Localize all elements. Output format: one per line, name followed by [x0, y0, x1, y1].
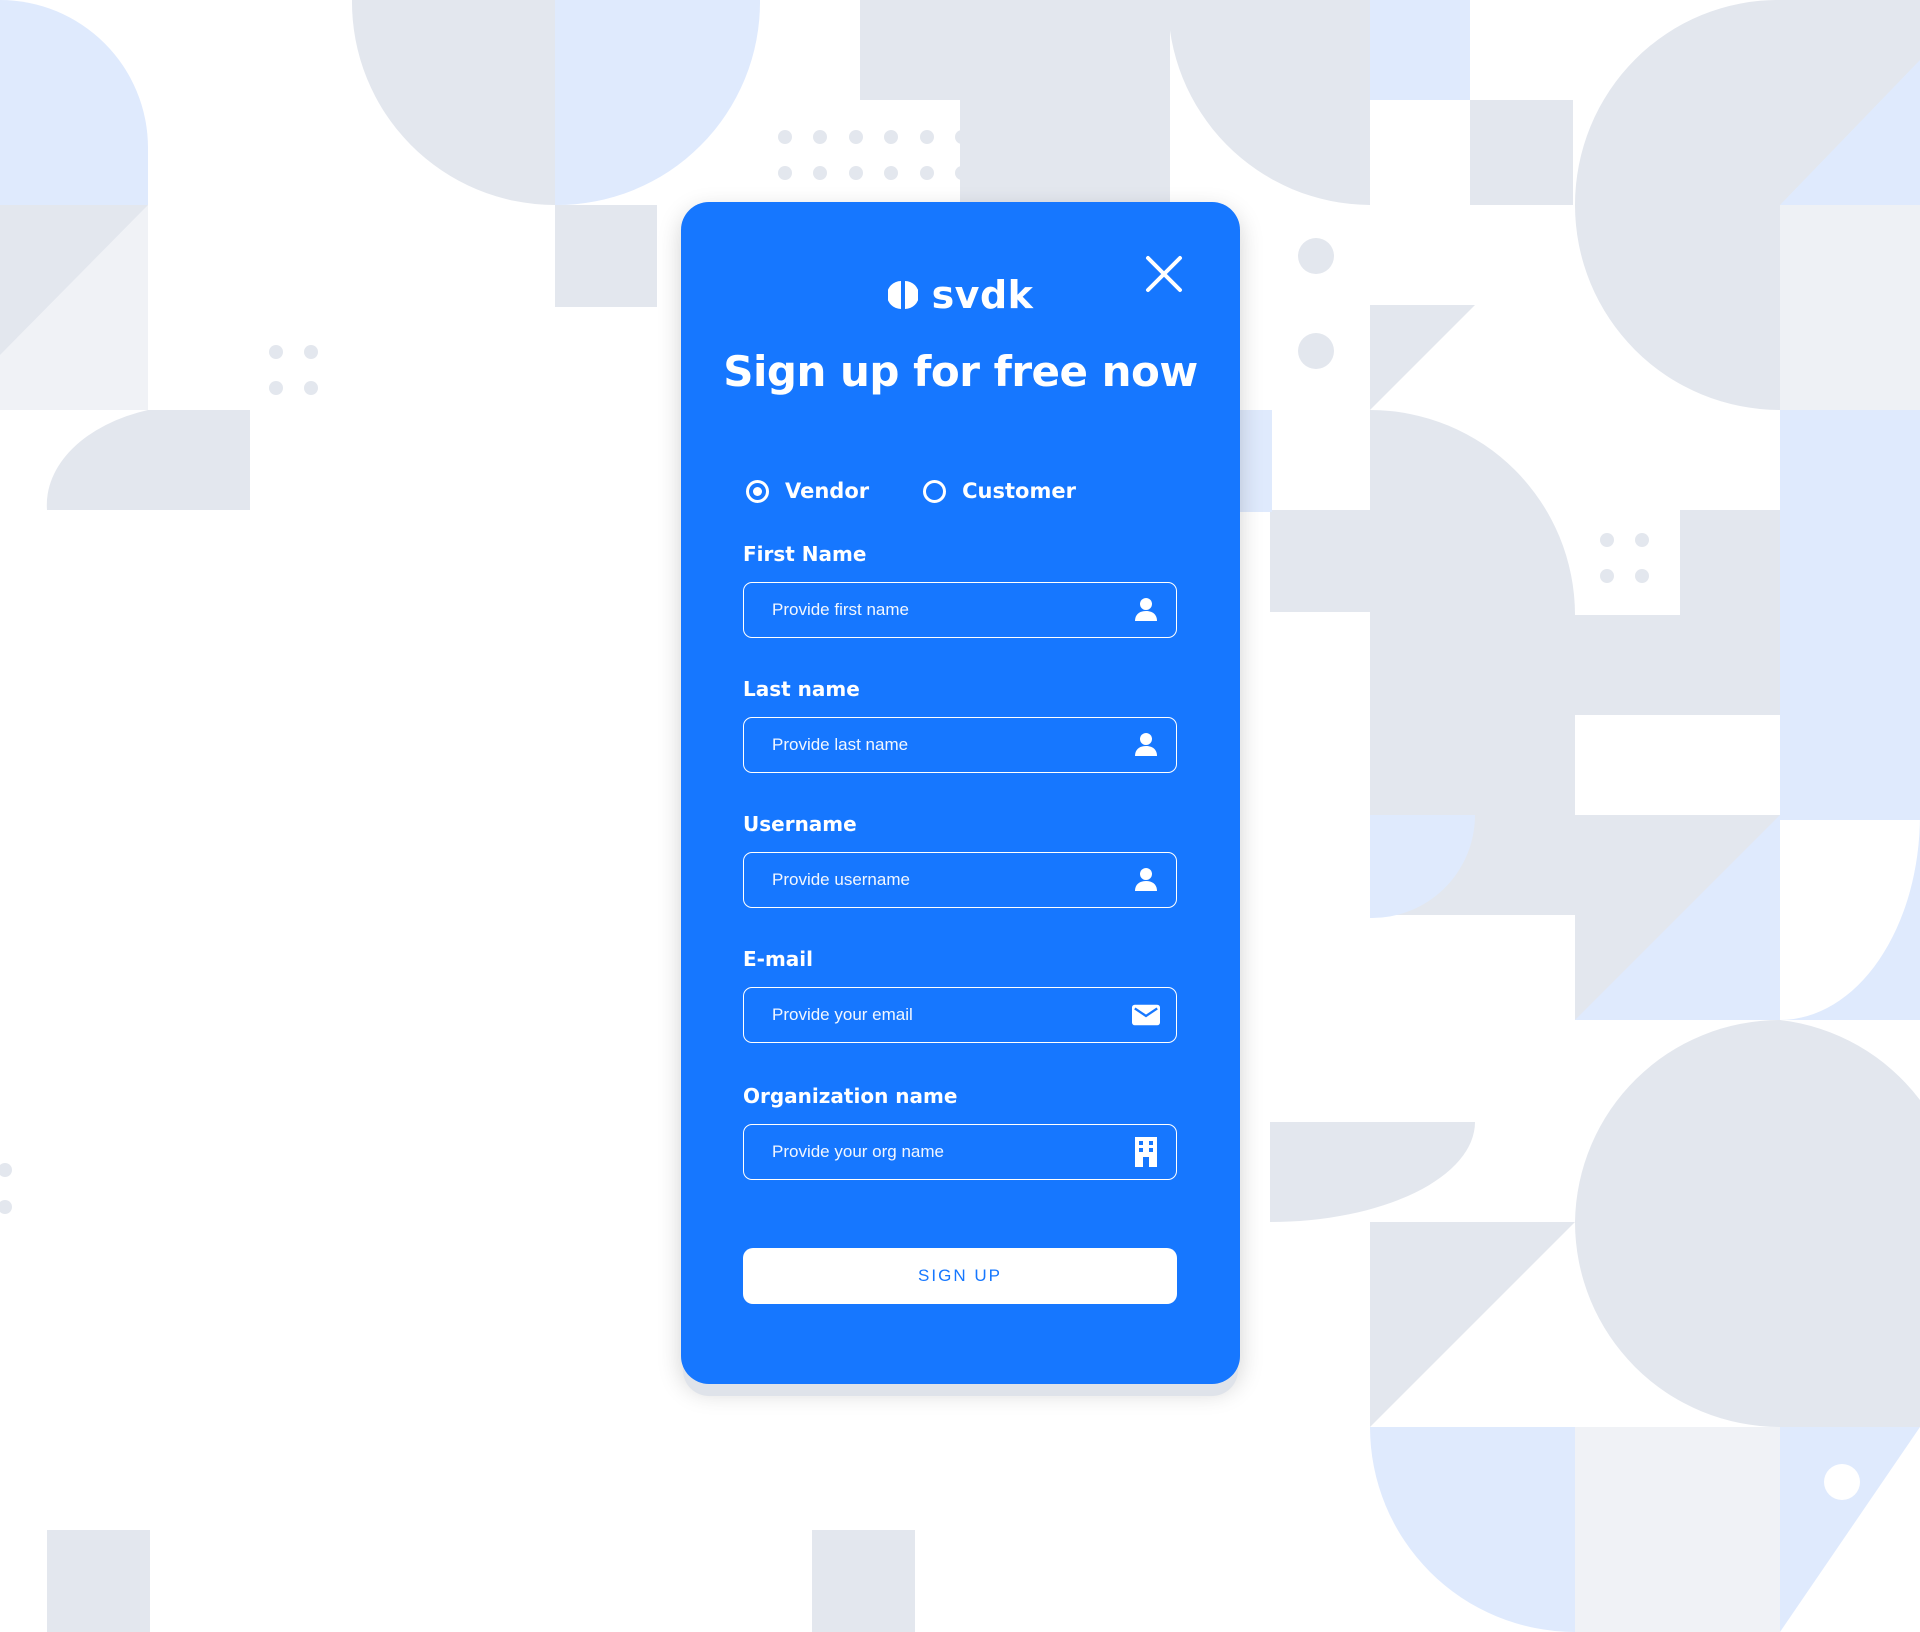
- input-placeholder: Provide last name: [772, 735, 909, 754]
- page-title: Sign up for free now: [723, 347, 1198, 396]
- building-icon: [1132, 1137, 1160, 1167]
- first-name-input[interactable]: Provide first name: [743, 582, 1177, 638]
- input-placeholder: Provide username: [772, 870, 910, 889]
- user-icon: [1132, 731, 1160, 759]
- field-label: E-mail: [743, 947, 814, 971]
- close-icon[interactable]: [1144, 254, 1184, 294]
- radio-label: Customer: [962, 479, 1076, 503]
- radio-unchecked-icon: [923, 479, 947, 503]
- input-placeholder: Provide your email: [772, 1005, 913, 1024]
- username-input[interactable]: Provide username: [743, 852, 1177, 908]
- account-type-group: Vendor Customer: [746, 479, 1076, 503]
- field-label: Last name: [743, 677, 860, 701]
- mail-icon: [1132, 1001, 1160, 1029]
- user-icon: [1132, 866, 1160, 894]
- radio-checked-icon: [746, 479, 769, 503]
- organization-field: Organization name Provide your org name: [743, 1084, 1177, 1180]
- email-field: E-mail Provide your email: [743, 947, 1177, 1043]
- email-input[interactable]: Provide your email: [743, 987, 1177, 1043]
- field-label: First Name: [743, 542, 867, 566]
- field-label: Organization name: [743, 1084, 958, 1108]
- username-field: Username Provide username: [743, 812, 1177, 908]
- field-label: Username: [743, 812, 857, 836]
- user-icon: [1132, 596, 1160, 624]
- last-name-field: Last name Provide last name: [743, 677, 1177, 773]
- radio-customer[interactable]: Customer: [923, 479, 1076, 503]
- half-circle-logo-icon: [887, 281, 918, 309]
- brand-name: svdk: [931, 273, 1034, 317]
- radio-vendor[interactable]: Vendor: [746, 479, 869, 503]
- radio-label: Vendor: [785, 479, 870, 503]
- first-name-field: First Name Provide first name: [743, 542, 1177, 638]
- input-placeholder: Provide first name: [772, 600, 909, 619]
- signup-modal: svdk Sign up for free now Vendor Custome…: [681, 202, 1240, 1384]
- input-placeholder: Provide your org name: [772, 1142, 944, 1161]
- organization-input[interactable]: Provide your org name: [743, 1124, 1177, 1180]
- last-name-input[interactable]: Provide last name: [743, 717, 1177, 773]
- sign-up-button[interactable]: SIGN UP: [743, 1248, 1177, 1304]
